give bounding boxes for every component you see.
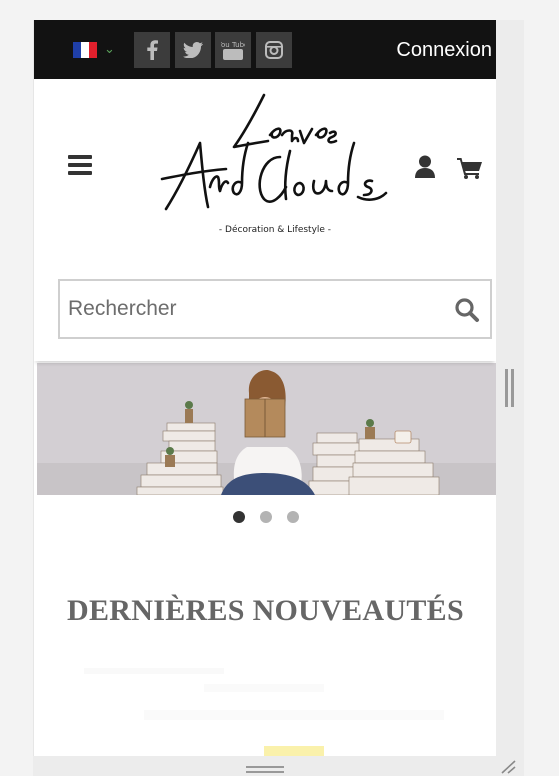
slider-pagination [34, 511, 496, 523]
search-input[interactable] [60, 281, 430, 337]
site-header: - Décoration & Lifestyle - [34, 79, 496, 254]
search-box [58, 279, 492, 339]
language-selector[interactable] [73, 42, 97, 58]
menu-icon[interactable] [68, 155, 92, 175]
instagram-icon[interactable] [256, 32, 292, 68]
login-link[interactable]: Connexion [396, 39, 492, 62]
bottom-resize-grip[interactable] [246, 766, 284, 774]
twitter-icon[interactable] [175, 32, 211, 68]
logo-tagline: - Décoration & Lifestyle - [218, 225, 332, 235]
resize-handle[interactable] [505, 369, 515, 407]
section-title: DERNIÈRES NOUVEAUTÉS [67, 594, 464, 627]
search-icon[interactable] [454, 297, 480, 323]
corner-resize-icon[interactable] [500, 760, 518, 776]
slider-dot[interactable] [286, 511, 299, 523]
facebook-icon[interactable] [134, 32, 170, 68]
chevron-down-icon[interactable]: ⌄ [104, 42, 115, 57]
hero-slide-image[interactable] [37, 363, 496, 495]
search-bar-container [34, 254, 496, 361]
woman-reading-photo [37, 363, 496, 495]
user-account-icon[interactable] [414, 155, 436, 184]
shopping-cart-icon[interactable] [457, 157, 483, 184]
slider-dot[interactable] [232, 511, 245, 523]
site-logo[interactable]: - Décoration & Lifestyle - [158, 91, 392, 239]
loading-product-preview [84, 668, 444, 756]
slider-dot[interactable] [259, 511, 272, 523]
top-bar: ⌄ You Tube Connexion [34, 20, 496, 79]
mobile-page-frame: ⌄ You Tube Connexion [33, 20, 496, 756]
youtube-label: You Tube [221, 41, 245, 49]
flag-fr-icon [73, 42, 81, 58]
youtube-icon[interactable]: You Tube [215, 32, 251, 68]
logo-script [160, 93, 388, 211]
